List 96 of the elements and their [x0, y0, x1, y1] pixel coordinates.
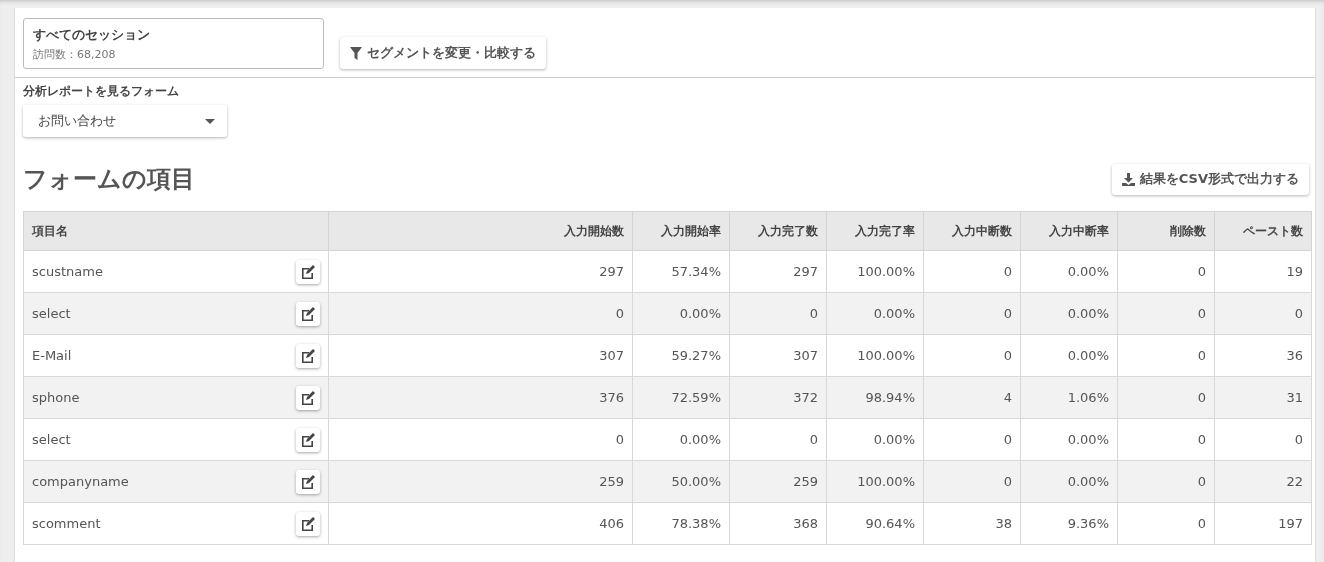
table-cell: 1.06%: [1020, 376, 1118, 419]
table-cell: 297: [328, 250, 633, 293]
section-title: フォームの項目: [23, 164, 195, 195]
table-cell: 0.00%: [1020, 334, 1118, 377]
edit-button[interactable]: [296, 469, 320, 494]
column-header: ペースト数: [1214, 211, 1312, 251]
edit-icon: [301, 264, 315, 279]
field-name: scomment: [32, 516, 101, 531]
table-cell: 307: [729, 334, 827, 377]
table-cell: 297: [729, 250, 827, 293]
edit-icon: [301, 390, 315, 405]
table-cell: 0: [1214, 418, 1312, 461]
table-cell: 90.64%: [826, 502, 924, 545]
edit-button[interactable]: [296, 259, 320, 284]
column-header: 削除数: [1117, 211, 1215, 251]
table-cell: 0: [1117, 250, 1215, 293]
edit-button[interactable]: [296, 427, 320, 452]
field-name: select: [32, 306, 71, 321]
table-cell: 31: [1214, 376, 1312, 419]
table-cell: 59.27%: [632, 334, 730, 377]
table-cell: 0: [1117, 460, 1215, 503]
table-cell: 0: [729, 292, 827, 335]
table-cell: 22: [1214, 460, 1312, 503]
table-cell: 57.34%: [632, 250, 730, 293]
edit-icon: [301, 432, 315, 447]
table-cell: 0.00%: [1020, 460, 1118, 503]
edit-icon: [301, 516, 315, 531]
csv-export-button[interactable]: 結果をCSV形式で出力する: [1111, 163, 1309, 195]
table-cell: 0: [1117, 418, 1215, 461]
column-header: 項目名: [23, 211, 329, 251]
table-cell: 0.00%: [826, 418, 924, 461]
table-cell: 368: [729, 502, 827, 545]
table-cell: 50.00%: [632, 460, 730, 503]
table-cell: 259: [729, 460, 827, 503]
table-cell: 0: [923, 418, 1021, 461]
edit-button[interactable]: [296, 385, 320, 410]
table-cell: 0: [923, 250, 1021, 293]
segment-title: すべてのセッション: [33, 26, 151, 44]
table-cell: 376: [328, 376, 633, 419]
table-cell: 9.36%: [1020, 502, 1118, 545]
table-cell: 0.00%: [1020, 292, 1118, 335]
download-icon: [1121, 172, 1135, 186]
column-header: 入力完了率: [826, 211, 924, 251]
edit-icon: [301, 474, 315, 489]
caret-icon: [205, 118, 215, 124]
table-cell: 4: [923, 376, 1021, 419]
filter-icon: [350, 46, 362, 60]
table-cell: 0: [1117, 376, 1215, 419]
table-cell: 98.94%: [826, 376, 924, 419]
table-cell: 0: [729, 418, 827, 461]
table-cell: 0.00%: [826, 292, 924, 335]
table-cell: 307: [328, 334, 633, 377]
table-cell: 100.00%: [826, 334, 924, 377]
table-cell: 19: [1214, 250, 1312, 293]
edit-button[interactable]: [296, 343, 320, 368]
edit-button[interactable]: [296, 301, 320, 326]
column-header: 入力中断数: [923, 211, 1021, 251]
table-cell: 0.00%: [1020, 418, 1118, 461]
field-name: scustname: [32, 264, 103, 279]
field-name: E-Mail: [32, 348, 72, 363]
table-cell: 0: [923, 334, 1021, 377]
column-header: 入力開始率: [632, 211, 730, 251]
column-header: 入力中断率: [1020, 211, 1118, 251]
table-cell: 0: [923, 292, 1021, 335]
table-cell: 0: [328, 418, 633, 461]
table-cell: 38: [923, 502, 1021, 545]
column-header: 入力完了数: [729, 211, 827, 251]
table-cell: 0.00%: [1020, 250, 1118, 293]
table-cell: 0: [1117, 334, 1215, 377]
segment-button[interactable]: セグメントを変更・比較する: [340, 37, 546, 69]
table-cell: 406: [328, 502, 633, 545]
edit-icon: [301, 306, 315, 321]
edit-button[interactable]: [296, 511, 320, 536]
table-cell: 100.00%: [826, 460, 924, 503]
field-name: select: [32, 432, 71, 447]
table-cell: 259: [328, 460, 633, 503]
visit-count: 訪問数：68,208: [33, 47, 117, 62]
edit-icon: [301, 348, 315, 363]
table-cell: 0.00%: [632, 292, 730, 335]
table-cell: 36: [1214, 334, 1312, 377]
column-header: 入力開始数: [328, 211, 633, 251]
table-cell: 0.00%: [632, 418, 730, 461]
table-cell: 0: [1214, 292, 1312, 335]
table-cell: 0: [923, 460, 1021, 503]
table-cell: 78.38%: [632, 502, 730, 545]
table-cell: 0: [328, 292, 633, 335]
table-cell: 72.59%: [632, 376, 730, 419]
field-name: sphone: [32, 390, 80, 405]
form-selector-label: 分析レポートを見るフォーム: [23, 83, 180, 100]
field-name: companyname: [32, 474, 129, 489]
table-cell: 0: [1117, 502, 1215, 545]
form-dropdown[interactable]: お問い合わせ: [23, 105, 227, 137]
table-cell: 0: [1117, 292, 1215, 335]
table-cell: 197: [1214, 502, 1312, 545]
table-cell: 100.00%: [826, 250, 924, 293]
table-cell: 372: [729, 376, 827, 419]
